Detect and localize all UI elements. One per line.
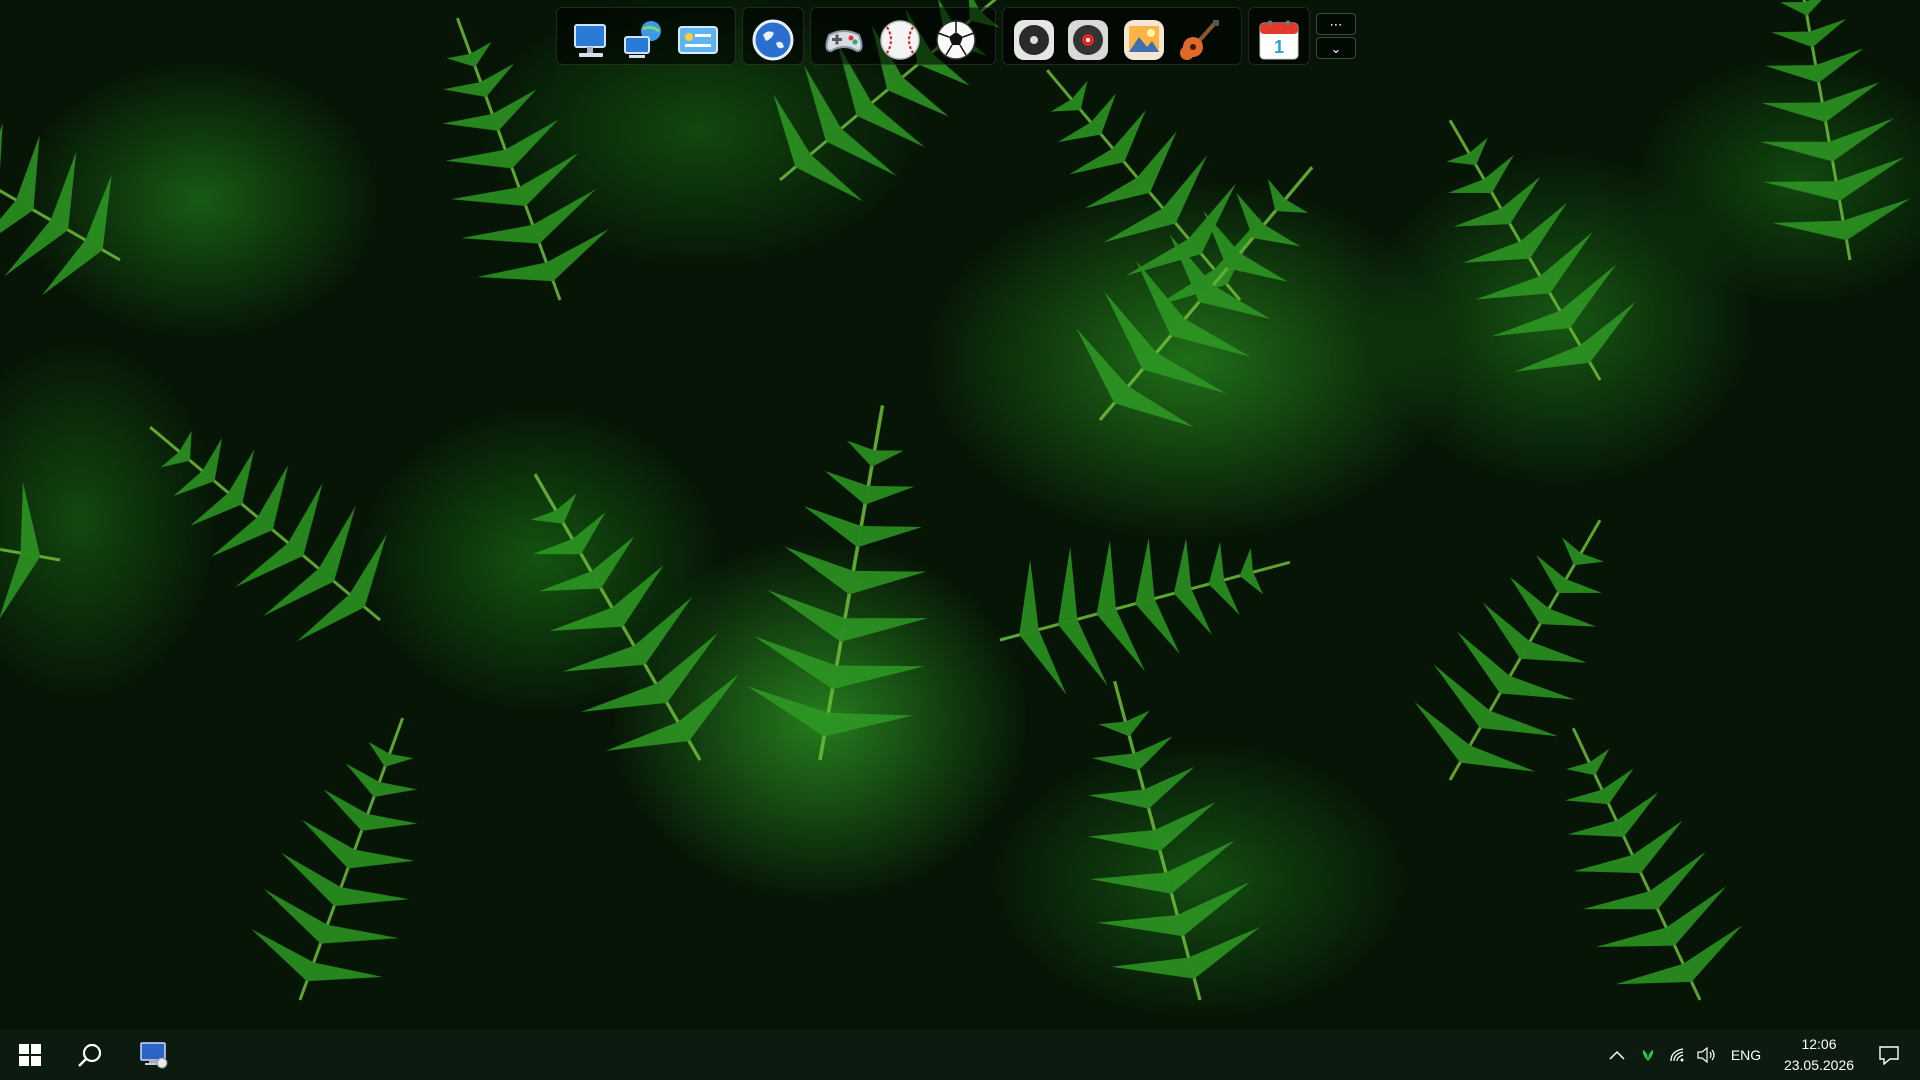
- start-button[interactable]: [2, 1030, 58, 1080]
- music-disc-icon[interactable]: [1011, 17, 1057, 63]
- dock-group-system: [556, 7, 736, 65]
- dock-group-media: [1002, 7, 1242, 65]
- computer-icon[interactable]: [569, 17, 615, 63]
- remote-desktop-icon: [140, 1042, 168, 1069]
- tray-volume[interactable]: [1694, 1030, 1720, 1080]
- taskbar: ENG 12:06 23.05.2026: [0, 1030, 1920, 1080]
- fern-wallpaper: [0, 0, 1920, 1030]
- dock-group-calendar: 1: [1248, 7, 1310, 65]
- dock-group-games: [810, 7, 996, 65]
- leaf-tray-icon: [1642, 1050, 1654, 1061]
- clock[interactable]: 12:06 23.05.2026: [1764, 1034, 1874, 1076]
- guitar-icon[interactable]: [1177, 17, 1223, 63]
- wifi-icon: [1670, 1048, 1684, 1062]
- calendar-icon[interactable]: 1: [1256, 17, 1302, 63]
- network-computer-icon[interactable]: [621, 17, 667, 63]
- calendar-day: 1: [1274, 37, 1284, 57]
- dock-group-browser: [742, 7, 804, 65]
- speaker-icon: [1697, 1047, 1715, 1063]
- globe-browser-icon[interactable]: [750, 17, 796, 63]
- chevron-up-icon: [1609, 1050, 1625, 1060]
- tray-network[interactable]: [1666, 1030, 1690, 1080]
- desktop-wallpaper: 1 ⋯ ⌄: [0, 0, 1920, 1030]
- dock-collapse-button[interactable]: ⌄: [1316, 37, 1356, 59]
- windows-logo-icon: [19, 1044, 41, 1066]
- tray-app-leaf[interactable]: [1636, 1030, 1660, 1080]
- control-panel-icon[interactable]: [675, 17, 721, 63]
- baseball-icon[interactable]: [877, 17, 923, 63]
- language-indicator[interactable]: ENG: [1726, 1030, 1766, 1080]
- photos-icon[interactable]: [1121, 17, 1167, 63]
- app-dock: 1 ⋯ ⌄: [556, 7, 1386, 65]
- search-icon: [78, 1043, 102, 1067]
- action-center-button[interactable]: [1866, 1030, 1912, 1080]
- dock-more-button[interactable]: ⋯: [1316, 13, 1356, 35]
- clock-time: 12:06: [1801, 1036, 1837, 1052]
- gamepad-icon[interactable]: [821, 17, 867, 63]
- tray-overflow-button[interactable]: [1606, 1030, 1628, 1080]
- soccer-ball-icon[interactable]: [933, 17, 979, 63]
- notification-icon: [1879, 1046, 1899, 1065]
- media-player-icon[interactable]: [1065, 17, 1111, 63]
- dock-more-controls: ⋯ ⌄: [1314, 7, 1358, 65]
- search-button[interactable]: [62, 1030, 118, 1080]
- taskbar-app-remote-desktop[interactable]: [126, 1030, 182, 1080]
- clock-date: 23.05.2026: [1783, 1057, 1855, 1073]
